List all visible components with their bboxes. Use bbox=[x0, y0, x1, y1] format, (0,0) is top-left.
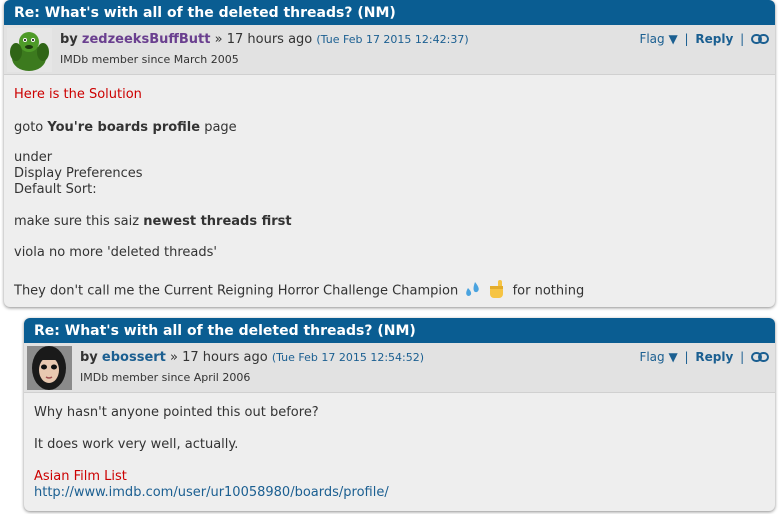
post-text: It does work very well, actually. bbox=[34, 437, 239, 452]
separator: | bbox=[684, 32, 689, 46]
member-since: IMDb member since March 2005 bbox=[60, 53, 239, 66]
username-link[interactable]: zedzeeksBuffButt bbox=[82, 32, 211, 47]
post-text: Default Sort: bbox=[14, 182, 97, 197]
post-age: » 17 hours ago bbox=[214, 32, 313, 47]
post-meta: by zedzeeksBuffButt » 17 hours ago (Tue … bbox=[4, 25, 775, 75]
post: Re: What's with all of the deleted threa… bbox=[4, 0, 775, 307]
separator: | bbox=[740, 32, 745, 46]
post-age: » 17 hours ago bbox=[170, 350, 268, 365]
member-since: IMDb member since April 2006 bbox=[80, 371, 251, 384]
byline: by ebossert » 17 hours ago (Tue Feb 17 2… bbox=[80, 350, 424, 365]
timestamp: (Tue Feb 17 2015 12:42:37) bbox=[316, 33, 469, 46]
byline: by zedzeeksBuffButt » 17 hours ago (Tue … bbox=[60, 32, 469, 47]
post-text: goto You're boards profile page bbox=[14, 120, 237, 135]
post-text: Display Preferences bbox=[14, 166, 143, 181]
by-label: by bbox=[80, 350, 98, 365]
post: Re: What's with all of the deleted threa… bbox=[24, 318, 775, 511]
separator: | bbox=[684, 350, 689, 364]
flag-button[interactable]: Flag ▼ bbox=[639, 32, 677, 46]
post-text: They don't call me the Current Reigning … bbox=[14, 278, 584, 304]
reply-button[interactable]: Reply bbox=[695, 32, 733, 46]
separator: | bbox=[740, 350, 745, 364]
username-link[interactable]: ebossert bbox=[102, 350, 166, 365]
by-label: by bbox=[60, 32, 78, 47]
post-actions: Flag ▼ | Reply | bbox=[639, 350, 769, 364]
reply-button[interactable]: Reply bbox=[695, 350, 733, 364]
avatar[interactable] bbox=[27, 346, 72, 390]
hand-icon bbox=[486, 278, 508, 304]
flag-button[interactable]: Flag ▼ bbox=[639, 350, 677, 364]
sweat-drops-icon bbox=[462, 279, 482, 303]
timestamp: (Tue Feb 17 2015 12:54:52) bbox=[271, 351, 425, 364]
signature-title: Asian Film List bbox=[34, 469, 127, 484]
post-text: under bbox=[14, 150, 53, 165]
post-text: make sure this saiz newest threads first bbox=[14, 214, 292, 229]
post-meta: by ebossert » 17 hours ago (Tue Feb 17 2… bbox=[24, 343, 775, 393]
post-text: Here is the Solution bbox=[14, 87, 142, 102]
link-icon[interactable] bbox=[751, 350, 769, 364]
link-icon[interactable] bbox=[751, 32, 769, 46]
avatar[interactable] bbox=[7, 28, 52, 72]
post-title: Re: What's with all of the deleted threa… bbox=[24, 318, 775, 343]
post-text: Why hasn't anyone pointed this out befor… bbox=[34, 405, 319, 420]
post-text: viola no more 'deleted threads' bbox=[14, 245, 217, 260]
signature-link[interactable]: http://www.imdb.com/user/ur10058980/boar… bbox=[34, 485, 389, 500]
post-title: Re: What's with all of the deleted threa… bbox=[4, 0, 775, 25]
post-actions: Flag ▼ | Reply | bbox=[639, 32, 769, 46]
